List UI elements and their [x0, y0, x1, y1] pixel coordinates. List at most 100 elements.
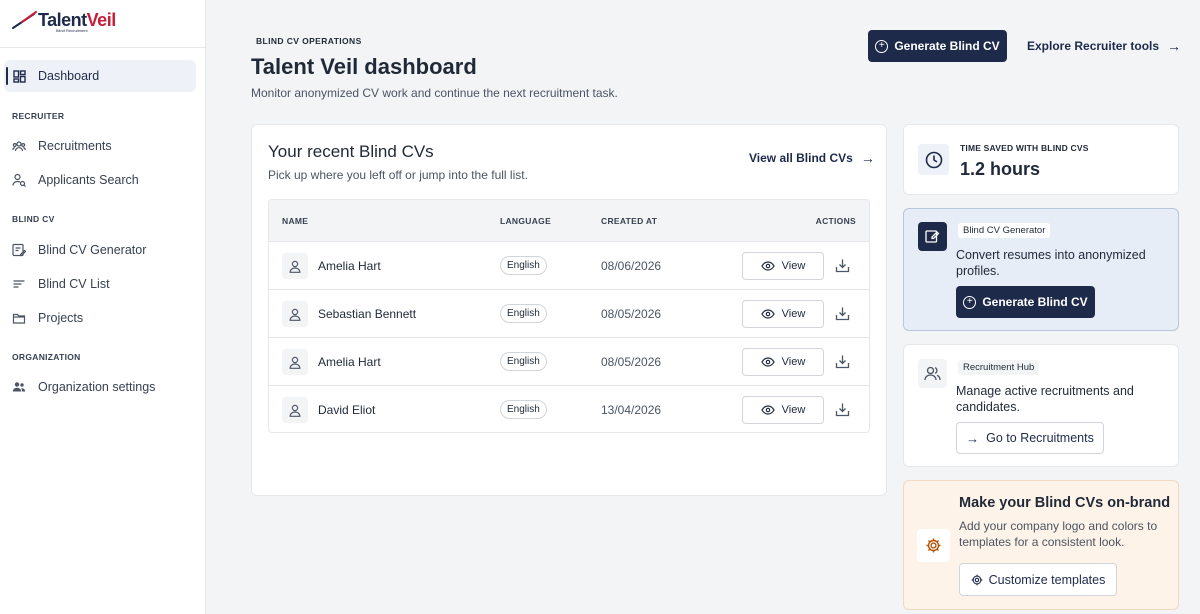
view-button[interactable]: View: [742, 252, 824, 280]
column-header-language[interactable]: LANGUAGE: [500, 216, 551, 226]
page-subtitle: Monitor anonymized CV work and continue …: [251, 86, 618, 100]
sidebar-item-projects[interactable]: Projects: [12, 308, 83, 328]
column-header-created[interactable]: CREATED AT: [601, 216, 657, 226]
button-label: View: [781, 260, 806, 272]
logo[interactable]: TalentVeil Blind Recruitment: [0, 0, 205, 48]
language-badge: English: [500, 352, 547, 371]
button-label: Generate Blind CV: [982, 295, 1088, 309]
eye-icon: [760, 357, 775, 367]
sidebar-section-blind-cv: BLIND CV: [12, 214, 55, 224]
recent-cvs-table: NAME LANGUAGE CREATED AT ACTIONS Amelia …: [268, 199, 870, 433]
branding-card: Make your Blind CVs on-brand Add your co…: [903, 480, 1179, 610]
sidebar-item-blind-cv-list[interactable]: Blind CV List: [12, 274, 110, 294]
time-saved-value: 1.2 hours: [960, 159, 1041, 179]
gear-icon: [917, 529, 950, 562]
sidebar-item-recruitments[interactable]: Recruitments: [12, 136, 112, 156]
user-icon: [282, 349, 308, 375]
generate-blind-cv-card-button[interactable]: + Generate Blind CV: [956, 286, 1095, 318]
sidebar-item-label: Recruitments: [38, 139, 112, 153]
edit-document-icon: [918, 222, 947, 251]
cell-name: Sebastian Bennett: [318, 307, 417, 321]
go-to-recruitments-button[interactable]: → Go to Recruitments: [956, 422, 1104, 454]
button-label: Go to Recruitments: [986, 431, 1094, 445]
gear-icon: [971, 574, 983, 586]
recent-cvs-subtitle: Pick up where you left off or jump into …: [268, 168, 528, 182]
branding-title: Make your Blind CVs on-brand: [959, 495, 1171, 511]
sidebar-section-recruiter: RECRUITER: [12, 111, 65, 121]
cell-created: 13/04/2026: [601, 403, 662, 417]
customize-templates-button[interactable]: Customize templates: [959, 563, 1117, 596]
cell-created: 08/05/2026: [601, 307, 662, 321]
folder-icon: [12, 311, 26, 325]
button-label: Generate Blind CV: [894, 39, 1000, 53]
cell-name: Amelia Hart: [318, 259, 381, 273]
sidebar-item-label: Organization settings: [38, 380, 156, 394]
user-search-icon: [12, 173, 26, 187]
table-row[interactable]: Sebastian Bennett English 08/05/2026 Vie…: [269, 290, 869, 338]
sidebar-section-organization: ORGANIZATION: [12, 352, 81, 362]
sidebar-item-organization-settings[interactable]: Organization settings: [12, 377, 155, 397]
generator-description: Convert resumes into anonymized profiles…: [956, 248, 1146, 278]
cell-name: David Eliot: [318, 403, 376, 417]
user-icon: [282, 253, 308, 279]
recruitment-hub-description: Manage active recruitments and candidate…: [956, 384, 1134, 414]
language-badge: English: [500, 256, 547, 275]
download-icon[interactable]: [835, 402, 850, 417]
eye-icon: [760, 405, 775, 415]
sidebar-item-label: Blind CV List: [38, 277, 110, 291]
generator-chip: Blind CV Generator: [958, 223, 1051, 238]
download-icon[interactable]: [835, 306, 850, 321]
download-icon[interactable]: [835, 354, 850, 369]
dashboard-icon: [12, 69, 26, 83]
recruitment-hub-chip: Recruitment Hub: [958, 360, 1040, 375]
explore-recruiter-tools-link[interactable]: Explore Recruiter tools →: [1027, 38, 1181, 54]
nav-active-indicator: [6, 67, 8, 85]
plus-circle-icon: +: [963, 295, 977, 309]
time-saved-card: TIME SAVED WITH BLIND CVS 1.2 hours: [903, 124, 1179, 195]
table-row[interactable]: Amelia Hart English 08/06/2026 View: [269, 242, 869, 290]
button-label: Customize templates: [988, 572, 1106, 587]
table-row[interactable]: Amelia Hart English 08/05/2026 View: [269, 338, 869, 386]
sidebar: TalentVeil Blind Recruitment Dashboard R…: [0, 0, 206, 614]
view-button[interactable]: View: [742, 348, 824, 376]
table-header: NAME LANGUAGE CREATED AT ACTIONS: [269, 200, 869, 242]
language-badge: English: [500, 304, 547, 323]
logo-text: TalentVeil: [38, 10, 116, 30]
recent-cvs-title: Your recent Blind CVs: [268, 142, 434, 161]
plus-circle-icon: +: [875, 39, 889, 53]
view-button[interactable]: View: [742, 396, 824, 424]
sidebar-item-applicants-search[interactable]: Applicants Search: [12, 170, 139, 190]
users-icon: [918, 359, 947, 388]
view-all-blind-cvs-link[interactable]: View all Blind CVs →: [749, 150, 875, 166]
download-icon[interactable]: [835, 258, 850, 273]
users-icon: [12, 380, 26, 394]
link-label: Explore Recruiter tools: [1027, 39, 1160, 53]
column-header-actions: ACTIONS: [815, 216, 856, 226]
table-row[interactable]: David Eliot English 13/04/2026 View: [269, 386, 869, 432]
column-header-name[interactable]: NAME: [282, 216, 308, 226]
user-icon: [282, 397, 308, 423]
sidebar-item-blind-cv-generator[interactable]: Blind CV Generator: [12, 240, 146, 260]
edit-document-icon: [12, 243, 26, 257]
link-label: View all Blind CVs: [749, 151, 853, 165]
view-button[interactable]: View: [742, 300, 824, 328]
eye-icon: [760, 309, 775, 319]
time-saved-label: TIME SAVED WITH BLIND CVS: [960, 143, 1089, 153]
sidebar-item-label: Dashboard: [38, 69, 100, 83]
sidebar-item-label: Applicants Search: [38, 173, 139, 187]
cell-created: 08/05/2026: [601, 355, 662, 369]
clock-icon: [918, 144, 949, 175]
generate-blind-cv-button[interactable]: + Generate Blind CV: [868, 30, 1007, 62]
button-label: View: [781, 356, 806, 368]
list-icon: [12, 277, 26, 291]
page-eyebrow: BLIND CV OPERATIONS: [256, 36, 362, 46]
team-icon: [12, 139, 26, 153]
branding-description: Add your company logo and colors to temp…: [959, 519, 1158, 549]
arrow-right-icon: →: [966, 430, 980, 446]
page-title: Talent Veil dashboard: [251, 54, 477, 79]
sidebar-item-dashboard[interactable]: Dashboard: [12, 66, 99, 86]
sidebar-item-label: Blind CV Generator: [38, 243, 147, 257]
sidebar-item-label: Projects: [38, 311, 84, 325]
arrow-right-icon: →: [1167, 38, 1182, 54]
cell-name: Amelia Hart: [318, 355, 381, 369]
